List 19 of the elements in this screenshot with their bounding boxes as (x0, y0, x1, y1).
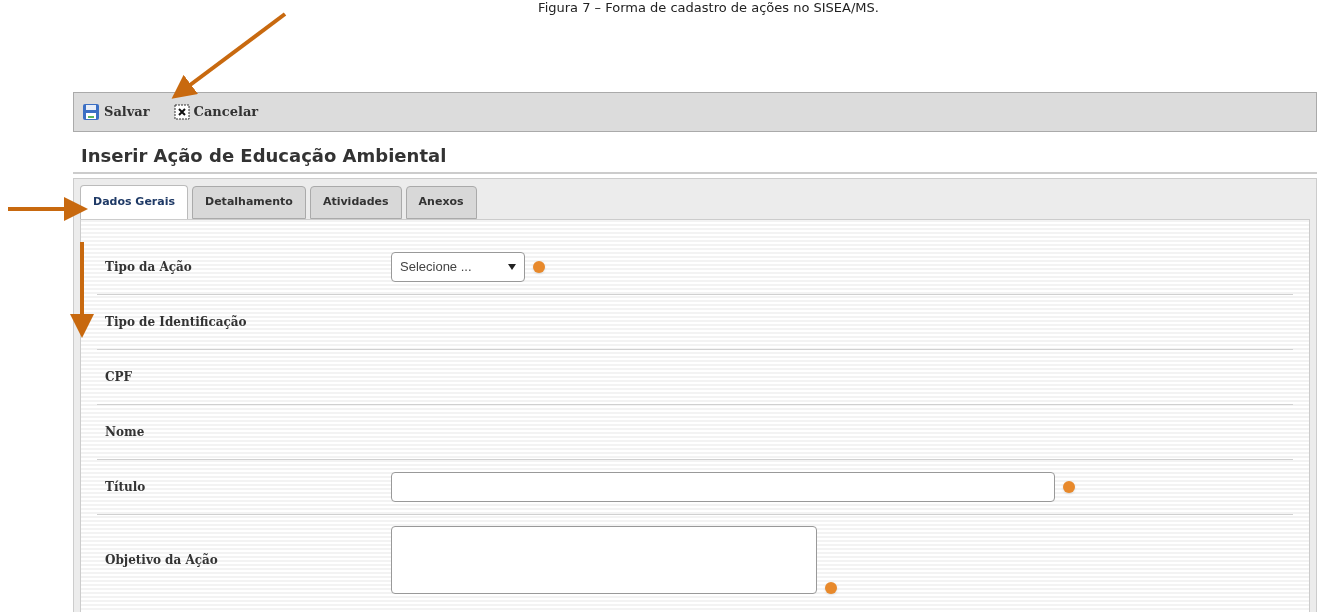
input-field[interactable] (391, 472, 1055, 502)
field-label: Tipo de Identificação (104, 314, 248, 331)
caret-icon (508, 264, 516, 270)
select-dropdown[interactable]: Selecione ... (391, 252, 525, 282)
save-button[interactable]: Salvar (82, 102, 150, 122)
field-label: Nome (104, 424, 146, 441)
field-label: Título (104, 479, 147, 496)
field-label: Objetivo da Ação (104, 552, 219, 569)
tab[interactable]: Atividades (309, 186, 402, 219)
tab[interactable]: Detalhamento (192, 186, 306, 219)
figure-caption: Figura 7 – Forma de cadastro de ações no SISEA/MS. (538, 0, 879, 16)
text-area[interactable] (391, 526, 817, 594)
close-icon (173, 104, 190, 120)
tab[interactable]: Dados Gerais (80, 185, 189, 219)
cancel-button[interactable]: Cancelar (173, 102, 259, 122)
tab[interactable]: Anexos (405, 186, 477, 219)
page-title: Inserir Ação de Educação Ambiental (73, 138, 1317, 174)
field-label: Tipo da Ação (104, 259, 193, 276)
field-label: CPF (104, 369, 134, 386)
